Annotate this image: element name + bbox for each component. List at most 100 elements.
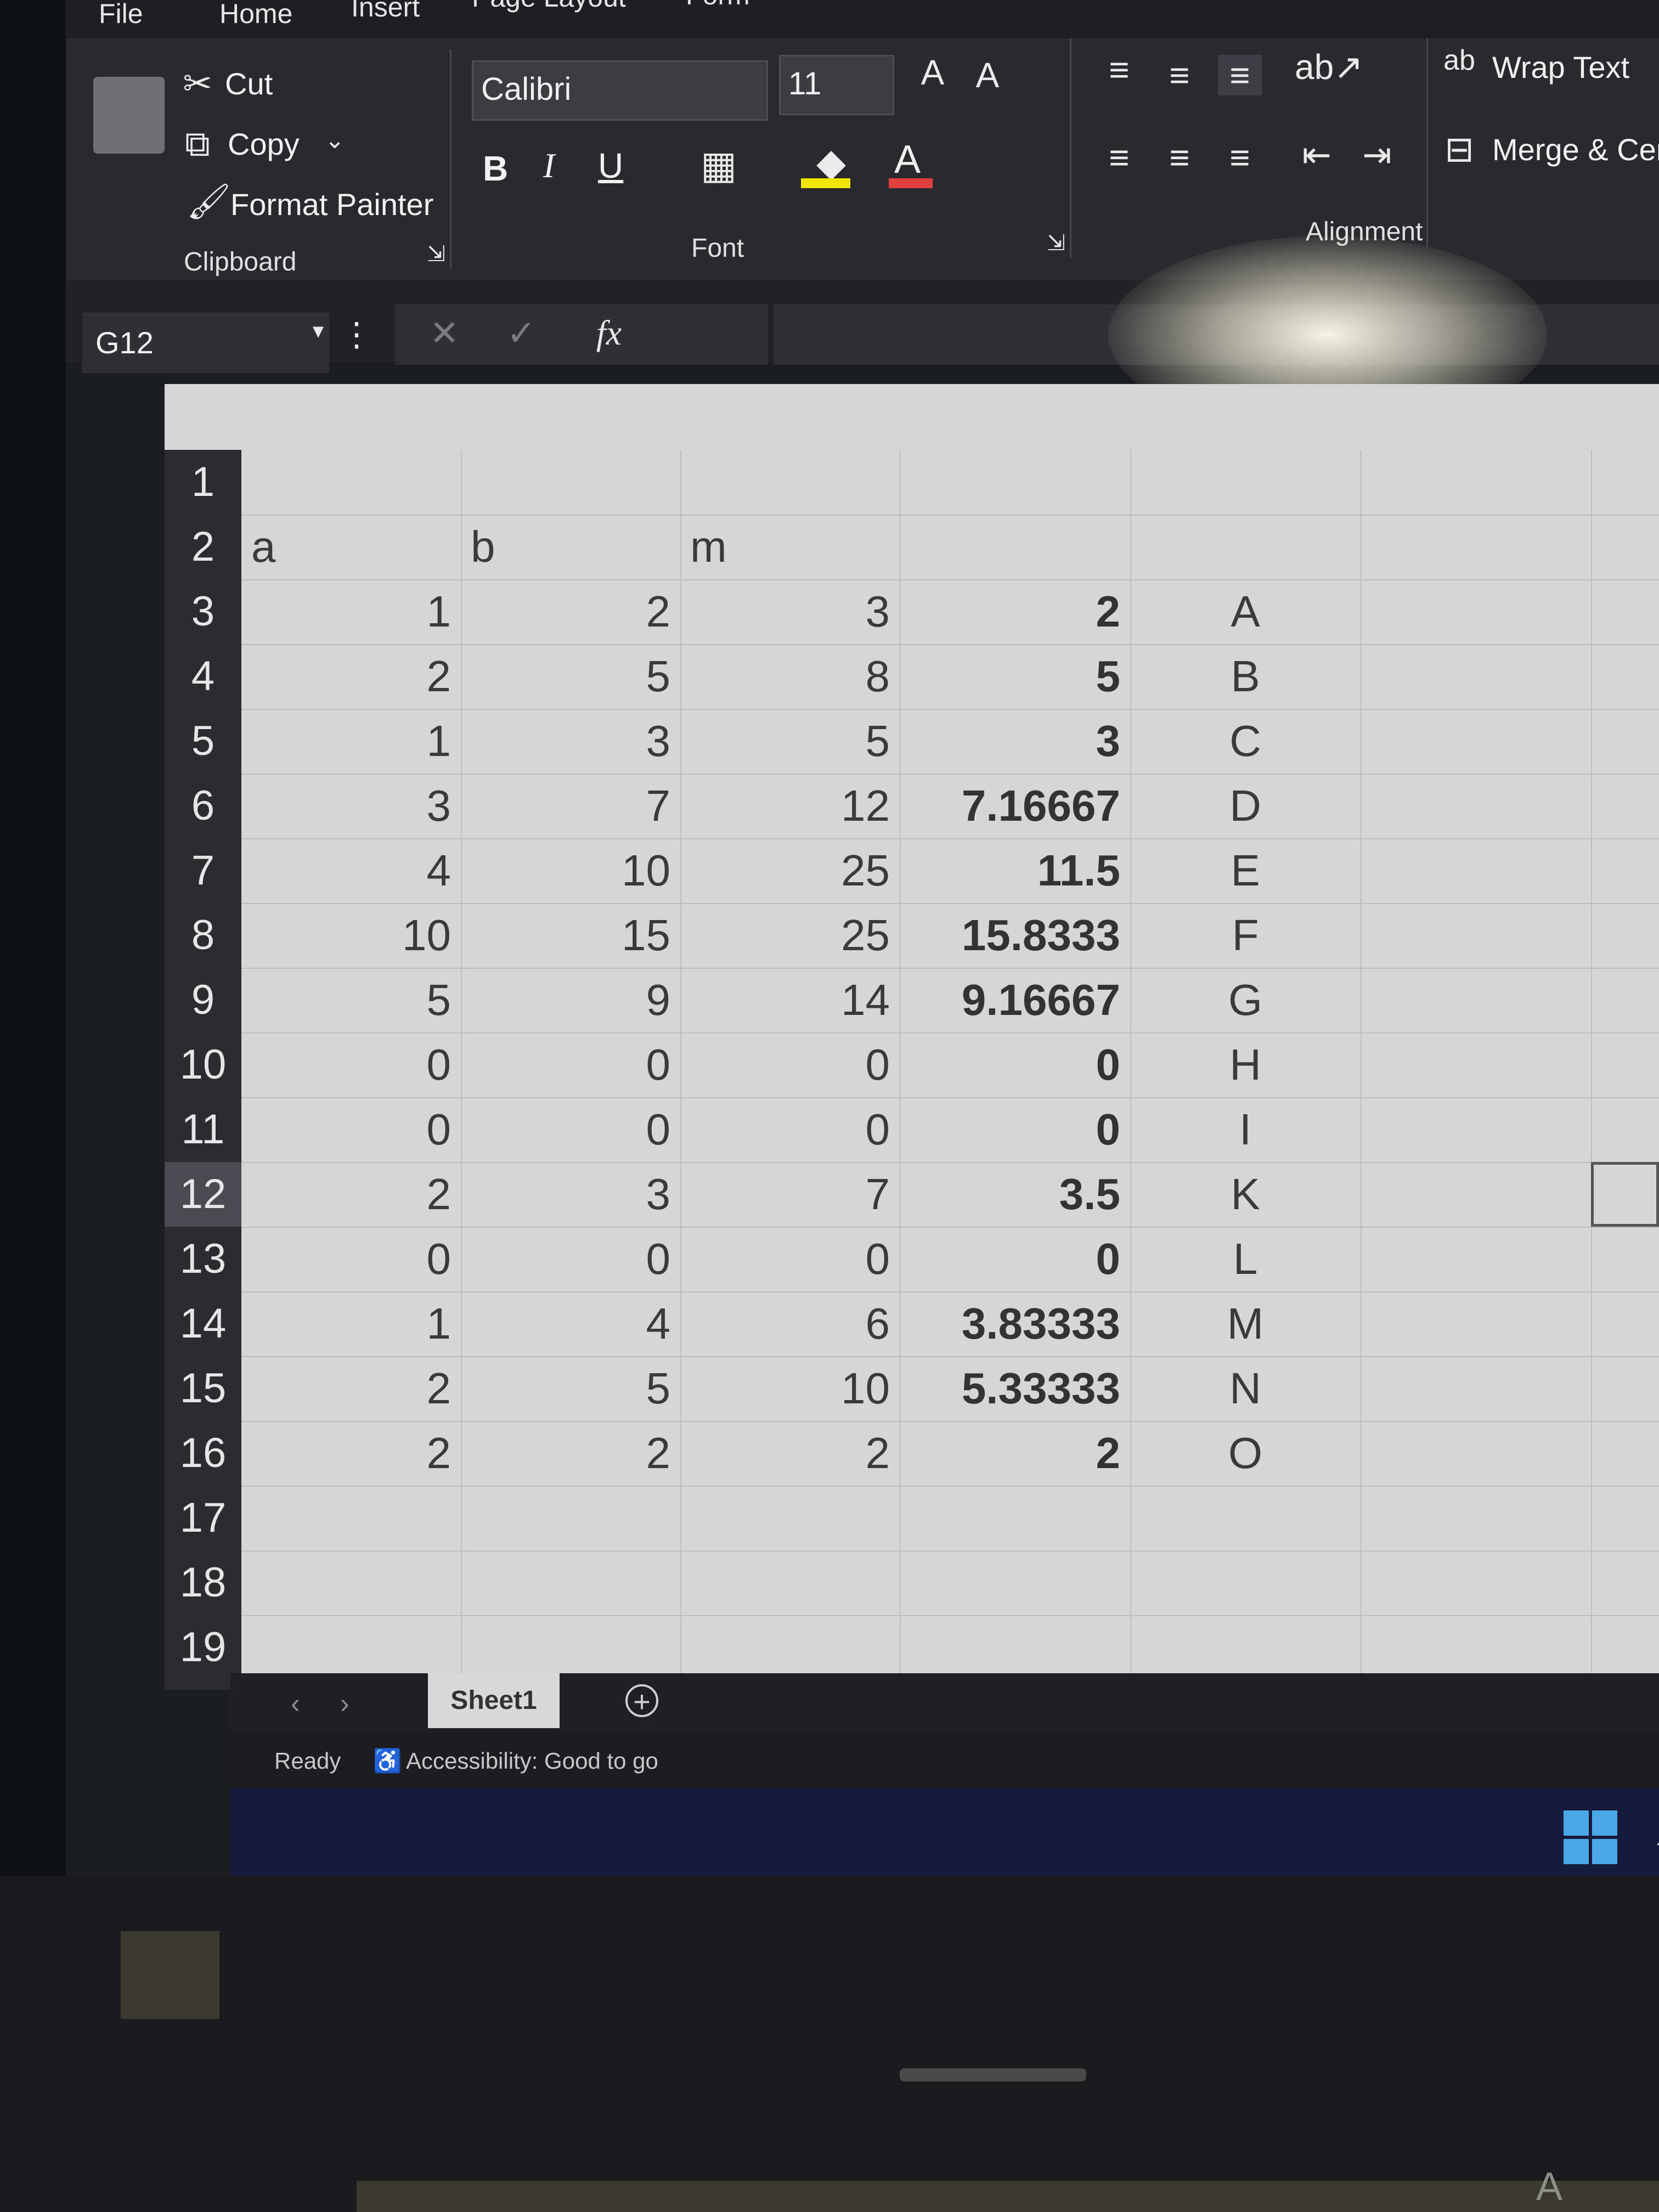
cell-d[interactable]: 0: [900, 1097, 1130, 1162]
cell-a[interactable]: 1: [241, 709, 461, 774]
align-middle-icon[interactable]: ≡: [1158, 55, 1201, 95]
tab-formulas[interactable]: Form: [686, 0, 750, 14]
row-header[interactable]: 13: [165, 1227, 241, 1291]
font-color-button[interactable]: A: [894, 137, 921, 182]
active-cell-g12[interactable]: [1591, 1162, 1659, 1227]
paintbrush-icon[interactable]: 🖌: [187, 181, 231, 222]
cell-a[interactable]: 2: [241, 644, 461, 709]
row-header[interactable]: 6: [165, 774, 241, 838]
row-header[interactable]: 15: [165, 1356, 241, 1421]
cell-d[interactable]: 3.83333: [900, 1291, 1130, 1356]
row-header[interactable]: 4: [165, 644, 241, 709]
cell-b[interactable]: 4: [461, 1291, 680, 1356]
row-header[interactable]: 12: [165, 1162, 241, 1227]
chevron-down-icon[interactable]: ▾: [307, 318, 329, 343]
row-header[interactable]: 3: [165, 579, 241, 644]
row-header[interactable]: 18: [165, 1550, 241, 1615]
dialog-launcher-icon[interactable]: ⇲: [422, 241, 450, 267]
cell-e[interactable]: C: [1130, 709, 1361, 774]
wrap-text-icon[interactable]: ab: [1437, 44, 1481, 77]
cell-e[interactable]: H: [1130, 1032, 1361, 1097]
cell-area[interactable]: a b m 1 2 3 2 A 2 5 8 5 B 1 3 5 3 C 3 7 12 7.16667 D 4 10 25 11.5 E…: [241, 450, 1659, 1690]
cell-b[interactable]: 0: [461, 1032, 680, 1097]
cell-d[interactable]: 0: [900, 1032, 1130, 1097]
decrease-font-size-icon[interactable]: A: [966, 55, 1009, 95]
cell-a[interactable]: a: [241, 515, 461, 579]
row-header[interactable]: 7: [165, 838, 241, 903]
cell-c[interactable]: 8: [680, 644, 900, 709]
paste-icon[interactable]: [93, 77, 165, 154]
decrease-indent-icon[interactable]: ⇤: [1295, 134, 1339, 176]
row-header[interactable]: 17: [165, 1486, 241, 1550]
cell-d[interactable]: 2: [900, 1421, 1130, 1486]
cell-e[interactable]: E: [1130, 838, 1361, 903]
cell-a[interactable]: 1: [241, 1291, 461, 1356]
cell-d[interactable]: 5: [900, 644, 1130, 709]
cell-c[interactable]: 25: [680, 838, 900, 903]
cell-e[interactable]: K: [1130, 1162, 1361, 1227]
scissors-icon[interactable]: ✂: [181, 63, 214, 104]
tab-home[interactable]: Home: [219, 0, 292, 33]
cell-c[interactable]: 6: [680, 1291, 900, 1356]
cell-d[interactable]: 3: [900, 709, 1130, 774]
accessibility-icon[interactable]: ♿: [373, 1734, 402, 1788]
row-header[interactable]: 10: [165, 1032, 241, 1097]
cell-a[interactable]: 1: [241, 579, 461, 644]
prev-sheet-icon[interactable]: ‹: [291, 1673, 300, 1734]
row-header[interactable]: 19: [165, 1615, 241, 1680]
merge-icon[interactable]: ⊟: [1437, 129, 1481, 170]
tab-page-layout[interactable]: Page Layout: [472, 0, 626, 16]
cell-a[interactable]: 2: [241, 1421, 461, 1486]
cell-e[interactable]: O: [1130, 1421, 1361, 1486]
cell-b[interactable]: 5: [461, 1356, 680, 1421]
bold-button[interactable]: B: [483, 148, 508, 189]
cell-a[interactable]: 2: [241, 1162, 461, 1227]
cell-a[interactable]: 0: [241, 1227, 461, 1291]
cell-b[interactable]: 2: [461, 579, 680, 644]
cell-d[interactable]: 3.5: [900, 1162, 1130, 1227]
sheet-tab-sheet1[interactable]: Sheet1: [428, 1673, 560, 1728]
chevron-down-icon[interactable]: ⌄: [324, 126, 346, 154]
underline-button[interactable]: U: [598, 145, 623, 186]
confirm-icon[interactable]: ✓: [499, 313, 543, 354]
cell-b[interactable]: 9: [461, 968, 680, 1032]
cell-c[interactable]: 12: [680, 774, 900, 838]
orientation-icon[interactable]: ab↗: [1295, 47, 1363, 88]
row-header[interactable]: 5: [165, 709, 241, 774]
cell-d[interactable]: 2: [900, 579, 1130, 644]
cell-c[interactable]: 14: [680, 968, 900, 1032]
windows-logo-icon[interactable]: [1564, 1810, 1618, 1865]
cancel-icon[interactable]: ✕: [422, 313, 466, 354]
row-header[interactable]: 16: [165, 1421, 241, 1486]
dialog-launcher-icon[interactable]: ⇲: [1042, 230, 1070, 256]
accessibility-status[interactable]: Accessibility: Good to go: [406, 1734, 658, 1788]
name-box[interactable]: G12: [82, 313, 329, 373]
copy-button[interactable]: Copy: [228, 126, 300, 162]
cell-e[interactable]: A: [1130, 579, 1361, 644]
row-header[interactable]: 11: [165, 1097, 241, 1162]
next-sheet-icon[interactable]: ›: [340, 1673, 349, 1734]
align-bottom-icon[interactable]: ≡: [1218, 55, 1262, 95]
cell-a[interactable]: 4: [241, 838, 461, 903]
cell-c[interactable]: m: [680, 515, 900, 579]
cell-b[interactable]: 5: [461, 644, 680, 709]
tab-file[interactable]: File: [99, 0, 143, 33]
cell-a[interactable]: 0: [241, 1032, 461, 1097]
cell-d[interactable]: 11.5: [900, 838, 1130, 903]
cell-e[interactable]: L: [1130, 1227, 1361, 1291]
row-header[interactable]: 14: [165, 1291, 241, 1356]
cell-c[interactable]: 5: [680, 709, 900, 774]
cell-e[interactable]: I: [1130, 1097, 1361, 1162]
cell-e[interactable]: N: [1130, 1356, 1361, 1421]
cell-e[interactable]: D: [1130, 774, 1361, 838]
cell-b[interactable]: 2: [461, 1421, 680, 1486]
cell-c[interactable]: 0: [680, 1227, 900, 1291]
add-sheet-button[interactable]: +: [625, 1684, 658, 1717]
cell-b[interactable]: 3: [461, 1162, 680, 1227]
align-top-icon[interactable]: ≡: [1097, 49, 1141, 90]
cell-e[interactable]: F: [1130, 903, 1361, 968]
cell-d[interactable]: 5.33333: [900, 1356, 1130, 1421]
increase-font-size-icon[interactable]: A: [911, 52, 955, 93]
tab-insert[interactable]: Insert: [351, 0, 420, 26]
cell-b[interactable]: 15: [461, 903, 680, 968]
